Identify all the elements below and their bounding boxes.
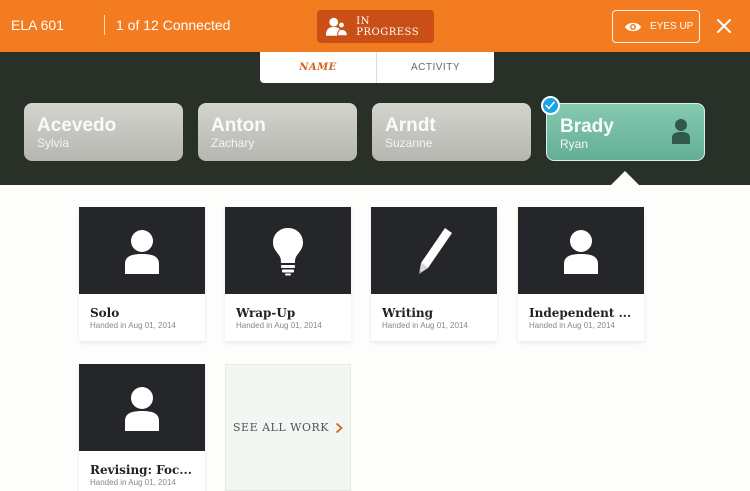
work-date: Handed in Aug 01, 2014	[236, 321, 322, 330]
work-thumbnail	[79, 207, 205, 294]
work-thumbnail	[225, 207, 351, 294]
student-last-name: Acevedo	[37, 115, 117, 136]
work-card-writing[interactable]: Writing Handed in Aug 01, 2014	[371, 207, 497, 341]
student-last-name: Brady	[560, 116, 614, 137]
work-card-independent[interactable]: Independent ... Handed in Aug 01, 2014	[518, 207, 644, 341]
tab-activity[interactable]: ACTIVITY	[377, 52, 494, 83]
status-label: IN PROGRESS	[356, 15, 420, 38]
work-thumbnail	[518, 207, 644, 294]
work-title: Solo	[90, 306, 120, 320]
work-date: Handed in Aug 01, 2014	[382, 321, 468, 330]
student-card-anton[interactable]: Anton Zachary	[198, 103, 357, 161]
student-card-acevedo[interactable]: Acevedo Sylvia	[24, 103, 183, 161]
work-title: Revising: Foc...	[90, 463, 192, 477]
work-card-wrap-up[interactable]: Wrap-Up Handed in Aug 01, 2014	[225, 207, 351, 341]
pencil-icon	[419, 227, 452, 274]
tab-name[interactable]: NAME	[260, 52, 377, 83]
work-title: Wrap-Up	[236, 306, 296, 320]
top-bar: ELA 601 1 of 12 Connected IN PROGRESS EY…	[0, 0, 750, 52]
person-icon	[564, 229, 598, 274]
student-last-name: Anton	[211, 115, 266, 136]
divider	[104, 15, 105, 35]
eye-icon	[625, 22, 641, 31]
eyes-up-label: EYES UP	[650, 21, 694, 32]
student-card-arndt[interactable]: Arndt Suzanne	[372, 103, 531, 161]
student-first-name: Ryan	[560, 137, 589, 151]
person-icon	[672, 119, 690, 144]
person-icon	[125, 229, 159, 274]
work-date: Handed in Aug 01, 2014	[529, 321, 615, 330]
person-icon	[125, 386, 159, 431]
group-icon	[325, 17, 348, 36]
see-all-label: SEE ALL WORK	[233, 421, 329, 434]
connected-count: 1 of 12 Connected	[116, 17, 231, 33]
student-first-name: Suzanne	[385, 136, 433, 150]
work-thumbnail	[79, 364, 205, 451]
work-title: Writing	[382, 306, 434, 320]
work-card-solo[interactable]: Solo Handed in Aug 01, 2014	[79, 207, 205, 341]
eyes-up-button[interactable]: EYES UP	[612, 10, 700, 43]
checkmark-icon	[541, 96, 560, 115]
selection-pointer	[610, 171, 640, 186]
lightbulb-icon	[273, 227, 303, 275]
work-title: Independent ...	[529, 306, 632, 320]
work-thumbnail	[371, 207, 497, 294]
work-date: Handed in Aug 01, 2014	[90, 321, 176, 330]
close-icon[interactable]	[714, 16, 734, 36]
see-all-work-button[interactable]: SEE ALL WORK	[225, 364, 351, 491]
student-card-brady[interactable]: Brady Ryan	[546, 103, 705, 161]
work-card-revising[interactable]: Revising: Foc... Handed in Aug 01, 2014	[79, 364, 205, 491]
class-name: ELA 601	[11, 17, 64, 33]
work-date: Handed in Aug 01, 2014	[90, 478, 176, 487]
sort-tabs: NAME ACTIVITY	[260, 52, 494, 83]
student-last-name: Arndt	[385, 115, 436, 136]
chevron-right-icon	[335, 422, 343, 433]
student-first-name: Zachary	[211, 136, 255, 150]
status-in-progress-button[interactable]: IN PROGRESS	[317, 10, 434, 43]
student-first-name: Sylvia	[37, 136, 70, 150]
